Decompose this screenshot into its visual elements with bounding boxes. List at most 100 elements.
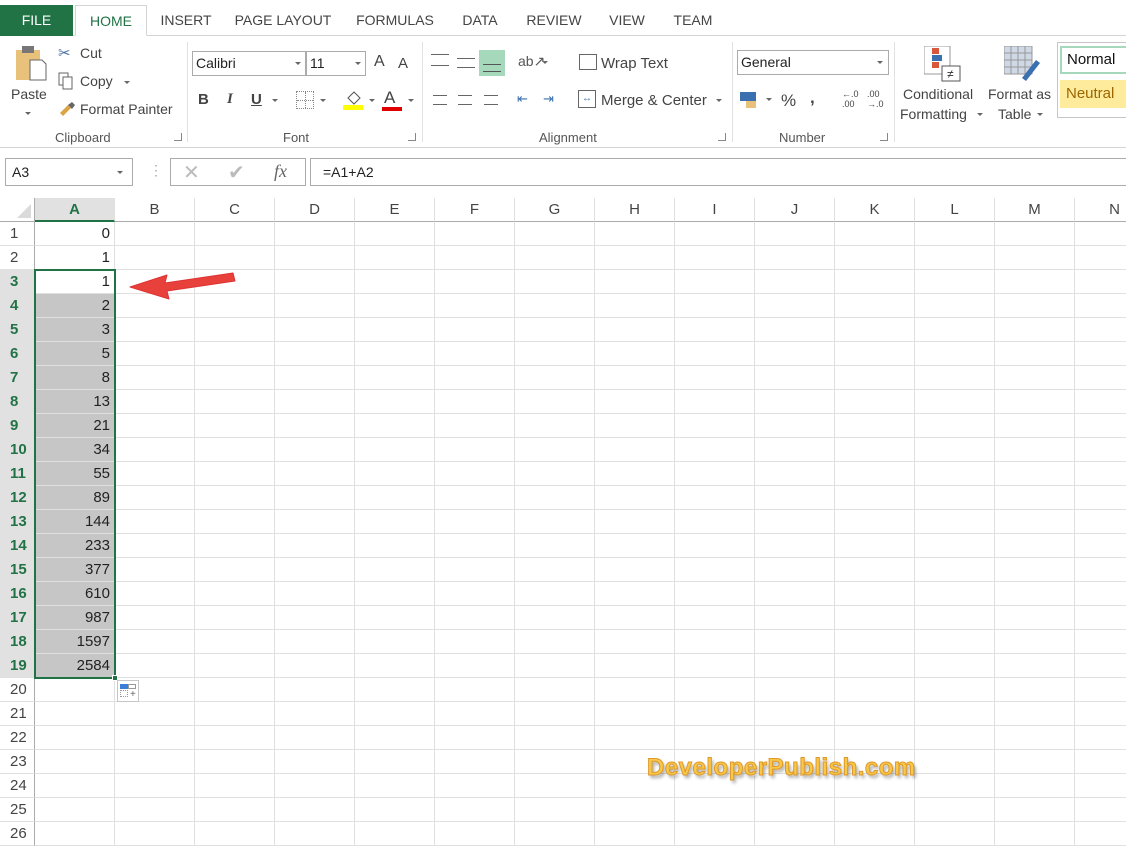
row-header[interactable]: 1	[0, 222, 35, 246]
row-header[interactable]: 23	[0, 750, 35, 774]
cell-g19[interactable]	[515, 654, 595, 678]
column-header-f[interactable]: F	[435, 198, 515, 222]
cell-k20[interactable]	[835, 678, 915, 702]
cell-c8[interactable]	[195, 390, 275, 414]
cell-n25[interactable]	[1075, 798, 1126, 822]
cell-c1[interactable]	[195, 222, 275, 246]
cell-b11[interactable]	[115, 462, 195, 486]
cell-e16[interactable]	[355, 582, 435, 606]
cell-f12[interactable]	[435, 486, 515, 510]
row-header[interactable]: 18	[0, 630, 35, 654]
cell-n3[interactable]	[1075, 270, 1126, 294]
cell-l7[interactable]	[915, 366, 995, 390]
font-launcher-icon[interactable]	[408, 133, 416, 141]
name-box[interactable]: A3	[5, 158, 133, 186]
cell-i20[interactable]	[675, 678, 755, 702]
cell-f15[interactable]	[435, 558, 515, 582]
cell-c15[interactable]	[195, 558, 275, 582]
cell-e12[interactable]	[355, 486, 435, 510]
cell-n6[interactable]	[1075, 342, 1126, 366]
row-header[interactable]: 13	[0, 510, 35, 534]
cell-l8[interactable]	[915, 390, 995, 414]
cell-n11[interactable]	[1075, 462, 1126, 486]
cell-b21[interactable]	[115, 702, 195, 726]
cell-k6[interactable]	[835, 342, 915, 366]
cell-m16[interactable]	[995, 582, 1075, 606]
cell-m26[interactable]	[995, 822, 1075, 846]
column-header-e[interactable]: E	[355, 198, 435, 222]
cell-g11[interactable]	[515, 462, 595, 486]
column-header-a[interactable]: A	[35, 198, 115, 222]
cell-j21[interactable]	[755, 702, 835, 726]
cell-c18[interactable]	[195, 630, 275, 654]
cell-i18[interactable]	[675, 630, 755, 654]
cell-m17[interactable]	[995, 606, 1075, 630]
comma-button[interactable]: ,	[810, 88, 815, 108]
cell-e6[interactable]	[355, 342, 435, 366]
tab-home[interactable]: HOME	[75, 5, 147, 36]
cell-f25[interactable]	[435, 798, 515, 822]
cell-g6[interactable]	[515, 342, 595, 366]
cancel-icon[interactable]: ✕	[183, 160, 200, 185]
cell-m4[interactable]	[995, 294, 1075, 318]
cell-i4[interactable]	[675, 294, 755, 318]
cell-g22[interactable]	[515, 726, 595, 750]
cell-e8[interactable]	[355, 390, 435, 414]
cell-m9[interactable]	[995, 414, 1075, 438]
cell-d6[interactable]	[275, 342, 355, 366]
cell-e10[interactable]	[355, 438, 435, 462]
tab-view[interactable]: VIEW	[600, 5, 654, 36]
row-header[interactable]: 4	[0, 294, 35, 318]
cell-l6[interactable]	[915, 342, 995, 366]
cell-h20[interactable]	[595, 678, 675, 702]
cell-j14[interactable]	[755, 534, 835, 558]
cell-k26[interactable]	[835, 822, 915, 846]
cell-e5[interactable]	[355, 318, 435, 342]
cell-n26[interactable]	[1075, 822, 1126, 846]
merge-center-button[interactable]: Merge & Center	[601, 92, 707, 109]
cell-g8[interactable]	[515, 390, 595, 414]
cell-h17[interactable]	[595, 606, 675, 630]
tab-insert[interactable]: INSERT	[150, 5, 222, 36]
cell-k12[interactable]	[835, 486, 915, 510]
row-header[interactable]: 22	[0, 726, 35, 750]
cell-b19[interactable]	[115, 654, 195, 678]
cell-a5[interactable]: 3	[35, 318, 115, 342]
cell-n13[interactable]	[1075, 510, 1126, 534]
cell-l12[interactable]	[915, 486, 995, 510]
cell-c16[interactable]	[195, 582, 275, 606]
cell-l3[interactable]	[915, 270, 995, 294]
cell-m20[interactable]	[995, 678, 1075, 702]
cell-f9[interactable]	[435, 414, 515, 438]
cell-l14[interactable]	[915, 534, 995, 558]
cell-j18[interactable]	[755, 630, 835, 654]
cell-a24[interactable]	[35, 774, 115, 798]
cell-e14[interactable]	[355, 534, 435, 558]
cell-l4[interactable]	[915, 294, 995, 318]
cell-l24[interactable]	[915, 774, 995, 798]
conditional-formatting-button[interactable]: Conditional	[903, 86, 973, 102]
cell-g26[interactable]	[515, 822, 595, 846]
cell-k16[interactable]	[835, 582, 915, 606]
row-header[interactable]: 11	[0, 462, 35, 486]
cell-h5[interactable]	[595, 318, 675, 342]
cell-m2[interactable]	[995, 246, 1075, 270]
cell-j19[interactable]	[755, 654, 835, 678]
tab-file[interactable]: FILE	[0, 5, 73, 36]
cell-m12[interactable]	[995, 486, 1075, 510]
underline-button[interactable]: U	[251, 91, 262, 108]
cell-k7[interactable]	[835, 366, 915, 390]
column-header-i[interactable]: I	[675, 198, 755, 222]
row-header[interactable]: 6	[0, 342, 35, 366]
cell-m18[interactable]	[995, 630, 1075, 654]
number-launcher-icon[interactable]	[880, 133, 888, 141]
cell-b9[interactable]	[115, 414, 195, 438]
cell-f21[interactable]	[435, 702, 515, 726]
cell-f23[interactable]	[435, 750, 515, 774]
paste-icon[interactable]	[14, 44, 48, 82]
cell-h26[interactable]	[595, 822, 675, 846]
enter-icon[interactable]: ✔	[228, 160, 245, 185]
cell-j26[interactable]	[755, 822, 835, 846]
cell-g14[interactable]	[515, 534, 595, 558]
cell-k13[interactable]	[835, 510, 915, 534]
